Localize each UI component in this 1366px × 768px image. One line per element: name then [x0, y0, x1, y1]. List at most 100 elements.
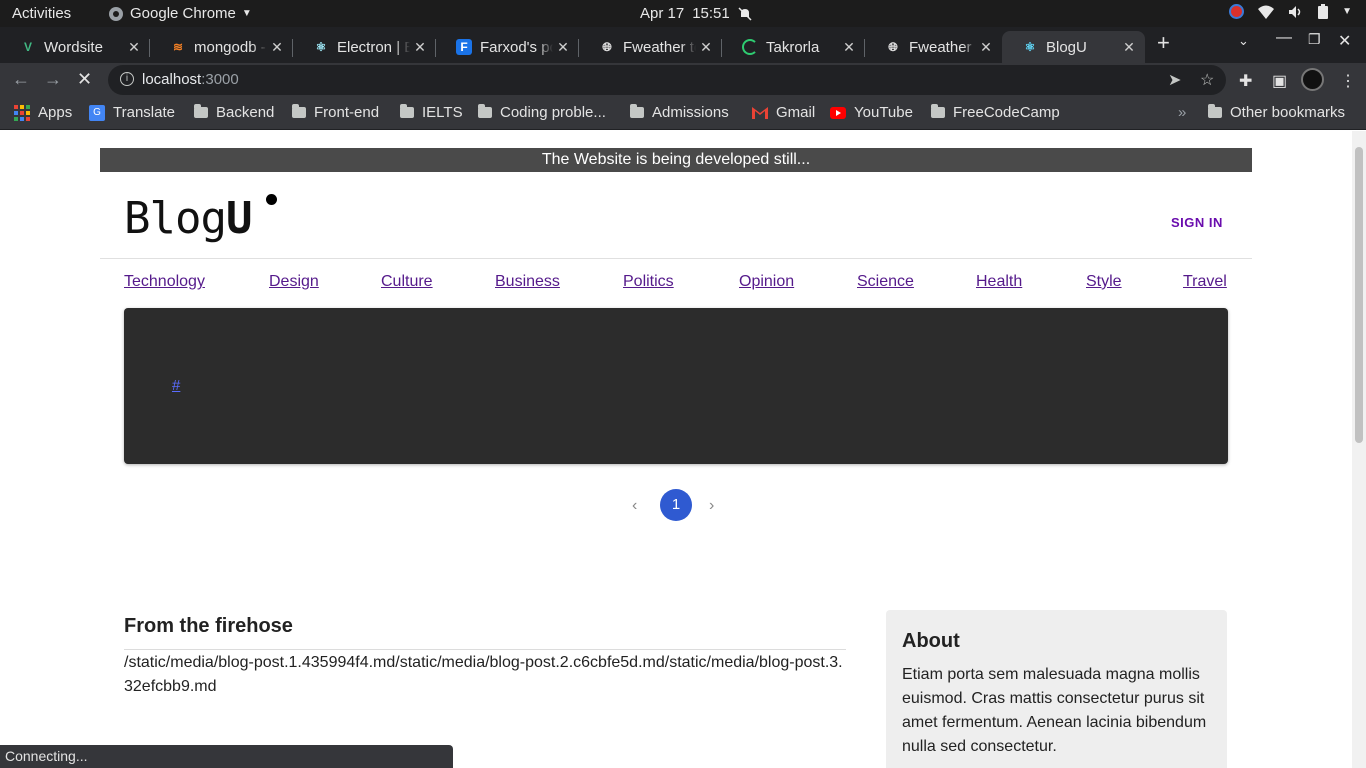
tab-label: Fweather to — [909, 38, 976, 56]
close-icon[interactable]: ✕ — [839, 39, 859, 56]
loading-icon — [742, 39, 758, 55]
app-name: Google Chrome — [130, 5, 236, 22]
bookmark-apps[interactable]: Apps — [14, 104, 72, 121]
tab-search-button[interactable]: ⌄ — [1238, 33, 1249, 49]
tab-takrorla[interactable]: Takrorla ✕ — [722, 31, 865, 63]
bookmark-youtube[interactable]: YouTube — [830, 104, 913, 121]
bookmark-ielts[interactable]: IELTS — [400, 104, 463, 121]
tab-wordsite[interactable]: V Wordsite ✕ — [0, 31, 150, 63]
activities-button[interactable]: Activities — [12, 5, 71, 22]
new-tab-button[interactable]: + — [1157, 30, 1170, 56]
tab-blogu[interactable]: ⚛ BlogU ✕ — [1002, 31, 1145, 63]
time-label: 15:51 — [692, 5, 730, 22]
hero-card: # — [124, 308, 1228, 464]
app-menu[interactable]: Google Chrome ▼ — [108, 5, 252, 22]
url-text[interactable]: localhost:3000 — [142, 71, 239, 88]
logo-dot — [266, 194, 277, 205]
page-scrollbar[interactable] — [1352, 131, 1366, 768]
clock[interactable]: Apr 17 15:51 — [640, 5, 752, 22]
close-icon[interactable]: ✕ — [124, 39, 144, 56]
hero-link[interactable]: # — [172, 377, 180, 394]
translate-icon: G — [89, 104, 105, 121]
other-bookmarks[interactable]: Other bookmarks — [1208, 104, 1345, 121]
tab-label: Electron | B — [337, 38, 410, 56]
site-logo[interactable]: BlogU — [124, 193, 252, 244]
globe-icon: 🌐︎ — [888, 39, 898, 54]
kebab-menu-icon[interactable]: ⋮ — [1340, 71, 1356, 91]
side-panel-icon[interactable]: ▣ — [1272, 71, 1287, 91]
react-icon: ⚛ — [1024, 40, 1036, 54]
minimize-button[interactable]: — — [1276, 29, 1292, 47]
bookmark-freecodecamp[interactable]: FreeCodeCamp — [931, 104, 1060, 121]
bookmark-star-icon[interactable]: ☆ — [1200, 70, 1214, 90]
nav-travel[interactable]: Travel — [1183, 273, 1227, 291]
nav-politics[interactable]: Politics — [623, 273, 674, 291]
restore-button[interactable]: ❐ — [1308, 31, 1321, 48]
firehose-text: /static/media/blog-post.1.435994f4.md/st… — [124, 654, 843, 695]
bookmarks-overflow-button[interactable]: » — [1178, 104, 1186, 121]
bookmark-backend[interactable]: Backend — [194, 104, 274, 121]
address-bar[interactable]: i localhost:3000 ➤ ☆ — [108, 65, 1226, 95]
scrollbar-thumb[interactable] — [1355, 147, 1363, 443]
tab-farxod[interactable]: F Farxod's po ✕ — [436, 31, 579, 63]
battery-icon — [1318, 4, 1329, 19]
close-icon[interactable]: ✕ — [696, 39, 716, 56]
vue-icon: V — [23, 40, 32, 54]
send-tab-icon[interactable]: ➤ — [1168, 70, 1181, 90]
close-icon[interactable]: ✕ — [267, 39, 287, 56]
nav-business[interactable]: Business — [495, 273, 560, 291]
close-icon[interactable]: ✕ — [410, 39, 430, 56]
folder-icon — [292, 104, 306, 118]
wifi-icon — [1258, 5, 1275, 19]
bookmark-coding-problems[interactable]: Coding proble... — [478, 104, 606, 121]
close-icon[interactable]: ✕ — [1119, 39, 1139, 56]
notification-badge-icon — [1229, 4, 1245, 19]
tab-mongodb[interactable]: ≋ mongodb - ✕ — [150, 31, 293, 63]
bookmark-front-end[interactable]: Front-end — [292, 104, 379, 121]
date-label: Apr 17 — [640, 5, 685, 22]
sign-in-link[interactable]: SIGN IN — [1171, 215, 1223, 230]
header-divider — [100, 258, 1252, 259]
tab-fweather-2[interactable]: 🌐︎ Fweather to ✕ — [865, 31, 1002, 63]
close-icon[interactable]: ✕ — [976, 39, 996, 56]
firehose-heading: From the firehose — [124, 615, 293, 637]
nav-style[interactable]: Style — [1086, 273, 1122, 291]
forward-button[interactable]: → — [44, 69, 62, 90]
bookmark-admissions[interactable]: Admissions — [630, 104, 729, 121]
chevron-down-icon: ▼ — [241, 8, 252, 19]
youtube-icon — [830, 106, 846, 119]
nav-technology[interactable]: Technology — [124, 273, 205, 291]
site-info-icon[interactable]: i — [120, 72, 134, 86]
nav-culture[interactable]: Culture — [381, 273, 433, 291]
chrome-icon — [109, 6, 123, 21]
stop-loading-button[interactable]: ✕ — [77, 69, 92, 90]
f-icon: F — [456, 39, 472, 55]
close-window-button[interactable]: ✕ — [1338, 31, 1351, 51]
chevron-down-icon: ▼ — [1342, 6, 1352, 17]
nav-design[interactable]: Design — [269, 273, 319, 291]
bookmark-gmail[interactable]: Gmail — [752, 104, 815, 121]
status-bubble: Connecting... — [0, 745, 453, 768]
tab-fweather[interactable]: 🌐︎ Fweather to ✕ — [579, 31, 722, 63]
profile-avatar[interactable] — [1301, 68, 1324, 91]
browser-toolbar: ← → ✕ i localhost:3000 ➤ ☆ ✚ ▣ ⋮ — [0, 63, 1366, 97]
nav-opinion[interactable]: Opinion — [739, 273, 794, 291]
tab-label: Farxod's po — [480, 38, 553, 56]
firehose-divider — [124, 649, 846, 650]
back-button[interactable]: ← — [12, 69, 30, 90]
globe-icon: 🌐︎ — [602, 39, 612, 54]
system-tray[interactable]: ▼ — [1229, 4, 1352, 19]
tab-label: Wordsite — [44, 38, 103, 56]
nav-science[interactable]: Science — [857, 273, 914, 291]
nav-health[interactable]: Health — [976, 273, 1022, 291]
about-panel: About Etiam porta sem malesuada magna mo… — [886, 610, 1227, 768]
notifications-off-icon — [738, 6, 752, 21]
close-icon[interactable]: ✕ — [553, 39, 573, 56]
page-1-button[interactable]: 1 — [660, 489, 692, 521]
prev-page-button[interactable]: ‹ — [632, 497, 637, 515]
tab-label: mongodb - — [194, 38, 266, 56]
tab-electron[interactable]: ⚛ Electron | B ✕ — [293, 31, 436, 63]
next-page-button[interactable]: › — [709, 497, 714, 515]
bookmark-translate[interactable]: G Translate — [89, 104, 175, 121]
extensions-icon[interactable]: ✚ — [1239, 71, 1252, 91]
